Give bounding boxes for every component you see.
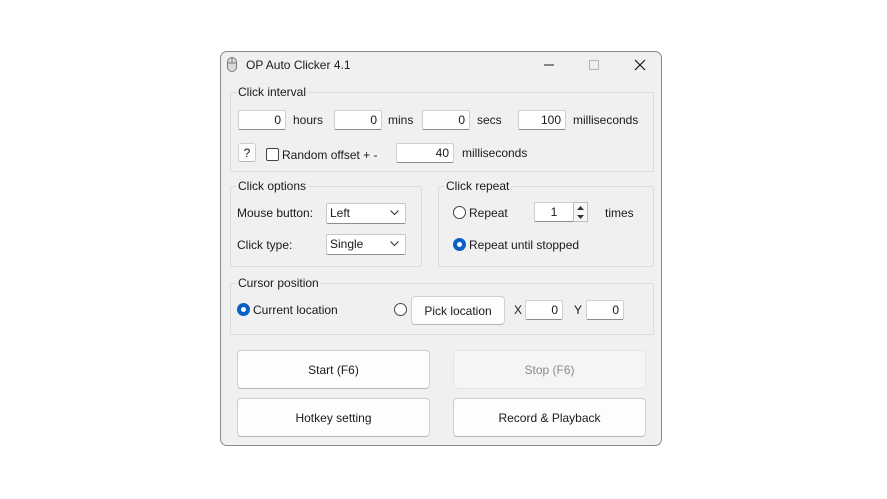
hours-label: hours — [293, 113, 324, 127]
start-button[interactable]: Start (F6) — [237, 350, 430, 389]
repeat-until-stopped-radio[interactable] — [453, 238, 466, 251]
random-offset-unit: milliseconds — [462, 146, 528, 160]
mouse-button-value: Left — [330, 206, 351, 220]
repeat-count-spinner[interactable] — [573, 202, 588, 222]
click-type-label: Click type: — [237, 238, 293, 252]
secs-input[interactable]: 0 — [422, 110, 470, 130]
close-button[interactable] — [623, 52, 657, 78]
click-type-value: Single — [330, 237, 364, 251]
mins-input[interactable]: 0 — [334, 110, 382, 130]
chevron-down-icon — [390, 241, 399, 247]
random-offset-checkbox[interactable] — [266, 148, 279, 161]
pick-location-button[interactable]: Pick location — [411, 296, 505, 325]
current-location-label[interactable]: Current location — [253, 303, 338, 317]
current-location-radio[interactable] — [237, 303, 250, 316]
pick-location-radio[interactable] — [394, 303, 407, 316]
click-interval-legend: Click interval — [236, 85, 309, 99]
times-label: times — [605, 206, 634, 220]
x-coordinate-input[interactable]: 0 — [525, 300, 563, 320]
milliseconds-input[interactable]: 100 — [518, 110, 566, 130]
click-repeat-legend: Click repeat — [444, 179, 512, 193]
random-offset-label[interactable]: Random offset + - — [282, 148, 378, 162]
repeat-radio[interactable] — [453, 206, 466, 219]
maximize-icon — [589, 60, 599, 70]
random-offset-input[interactable]: 40 — [396, 143, 454, 163]
milliseconds-label: milliseconds — [573, 113, 639, 127]
click-options-legend: Click options — [236, 179, 309, 193]
click-type-select[interactable]: Single — [326, 234, 406, 255]
y-label: Y — [574, 303, 583, 317]
title-bar[interactable]: OP Auto Clicker 4.1 — [221, 52, 661, 78]
mins-label: mins — [388, 113, 414, 127]
mouse-icon — [227, 57, 237, 72]
stop-button[interactable]: Stop (F6) — [453, 350, 646, 389]
hotkey-setting-button[interactable]: Hotkey setting — [237, 398, 430, 437]
click-repeat-group: Click repeat — [438, 179, 654, 267]
x-label: X — [514, 303, 523, 317]
mouse-button-select[interactable]: Left — [326, 203, 406, 224]
chevron-down-icon — [390, 210, 399, 216]
minimize-button[interactable] — [532, 52, 566, 78]
spin-up-button[interactable] — [574, 203, 587, 212]
record-playback-button[interactable]: Record & Playback — [453, 398, 646, 437]
y-coordinate-input[interactable]: 0 — [586, 300, 624, 320]
app-window: OP Auto Clicker 4.1 Click interval 0 hou… — [220, 51, 662, 446]
repeat-until-stopped-label[interactable]: Repeat until stopped — [469, 238, 579, 252]
hours-input[interactable]: 0 — [238, 110, 286, 130]
spin-up-icon — [577, 205, 584, 210]
secs-label: secs — [477, 113, 502, 127]
repeat-label[interactable]: Repeat — [469, 206, 508, 220]
window-title: OP Auto Clicker 4.1 — [246, 58, 351, 72]
mouse-button-label: Mouse button: — [237, 206, 314, 220]
maximize-button[interactable] — [577, 52, 611, 78]
cursor-position-legend: Cursor position — [236, 276, 321, 290]
spin-down-button[interactable] — [574, 212, 587, 221]
spin-down-icon — [577, 214, 584, 219]
close-icon — [634, 59, 646, 71]
help-button[interactable]: ? — [238, 143, 256, 162]
minimize-icon — [544, 64, 554, 66]
repeat-count-input[interactable]: 1 — [534, 202, 574, 222]
